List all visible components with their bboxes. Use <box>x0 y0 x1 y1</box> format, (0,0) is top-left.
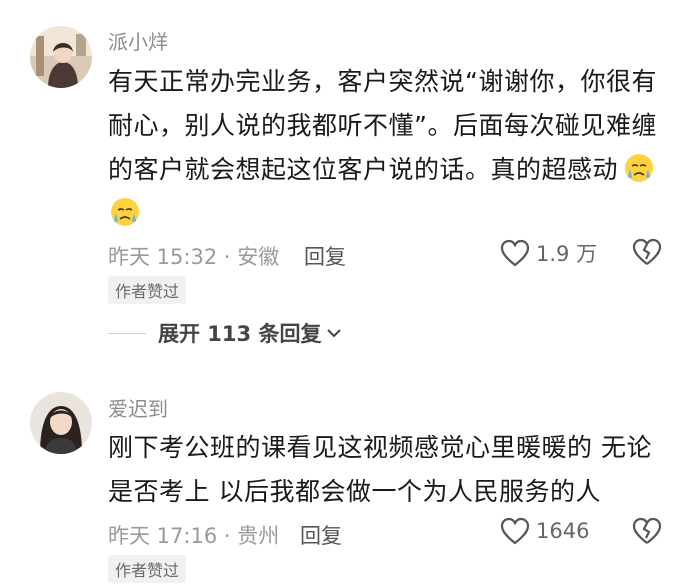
comment-time-location: 昨天 17:16 · 贵州 <box>108 524 280 548</box>
broken-heart-icon <box>632 517 662 544</box>
divider <box>108 332 146 334</box>
dislike-button[interactable] <box>632 517 662 549</box>
crying-emoji-icon <box>622 154 662 184</box>
dislike-button[interactable] <box>632 238 662 270</box>
like-button[interactable]: 1646 <box>500 517 589 545</box>
like-button[interactable]: 1.9 万 <box>500 238 597 268</box>
heart-icon <box>500 239 530 267</box>
username[interactable]: 派小烊 <box>108 26 168 55</box>
username[interactable]: 爱迟到 <box>108 393 168 422</box>
reply-button[interactable]: 回复 <box>300 520 342 550</box>
comment-text: 有天正常办完业务，客户突然说“谢谢你，你很有耐心，别人说的我都听不懂”。后面每次… <box>108 60 668 236</box>
expand-replies-button[interactable]: 展开 113 条回复 <box>108 318 343 348</box>
avatar[interactable] <box>30 26 92 88</box>
author-liked-badge: 作者赞过 <box>108 276 187 304</box>
comment-time-location: 昨天 15:32 · 安徽 <box>108 245 280 269</box>
reply-button[interactable]: 回复 <box>304 241 346 271</box>
heart-icon <box>500 517 530 545</box>
author-liked-badge: 作者赞过 <box>108 555 187 583</box>
comment-text: 刚下考公班的课看见这视频感觉心里暖暖的 无论是否考上 以后我都会做一个为人民服务… <box>108 433 652 506</box>
chevron-down-icon <box>327 329 342 338</box>
avatar[interactable] <box>30 392 92 454</box>
crying-emoji-icon <box>108 198 148 228</box>
comment-text-body: 有天正常办完业务，客户突然说“谢谢你，你很有耐心，别人说的我都听不懂”。后面每次… <box>108 67 657 184</box>
broken-heart-icon <box>632 238 662 265</box>
like-count: 1646 <box>536 519 590 543</box>
expand-replies-label: 展开 113 条回复 <box>158 322 322 346</box>
like-count: 1.9 万 <box>536 242 598 266</box>
